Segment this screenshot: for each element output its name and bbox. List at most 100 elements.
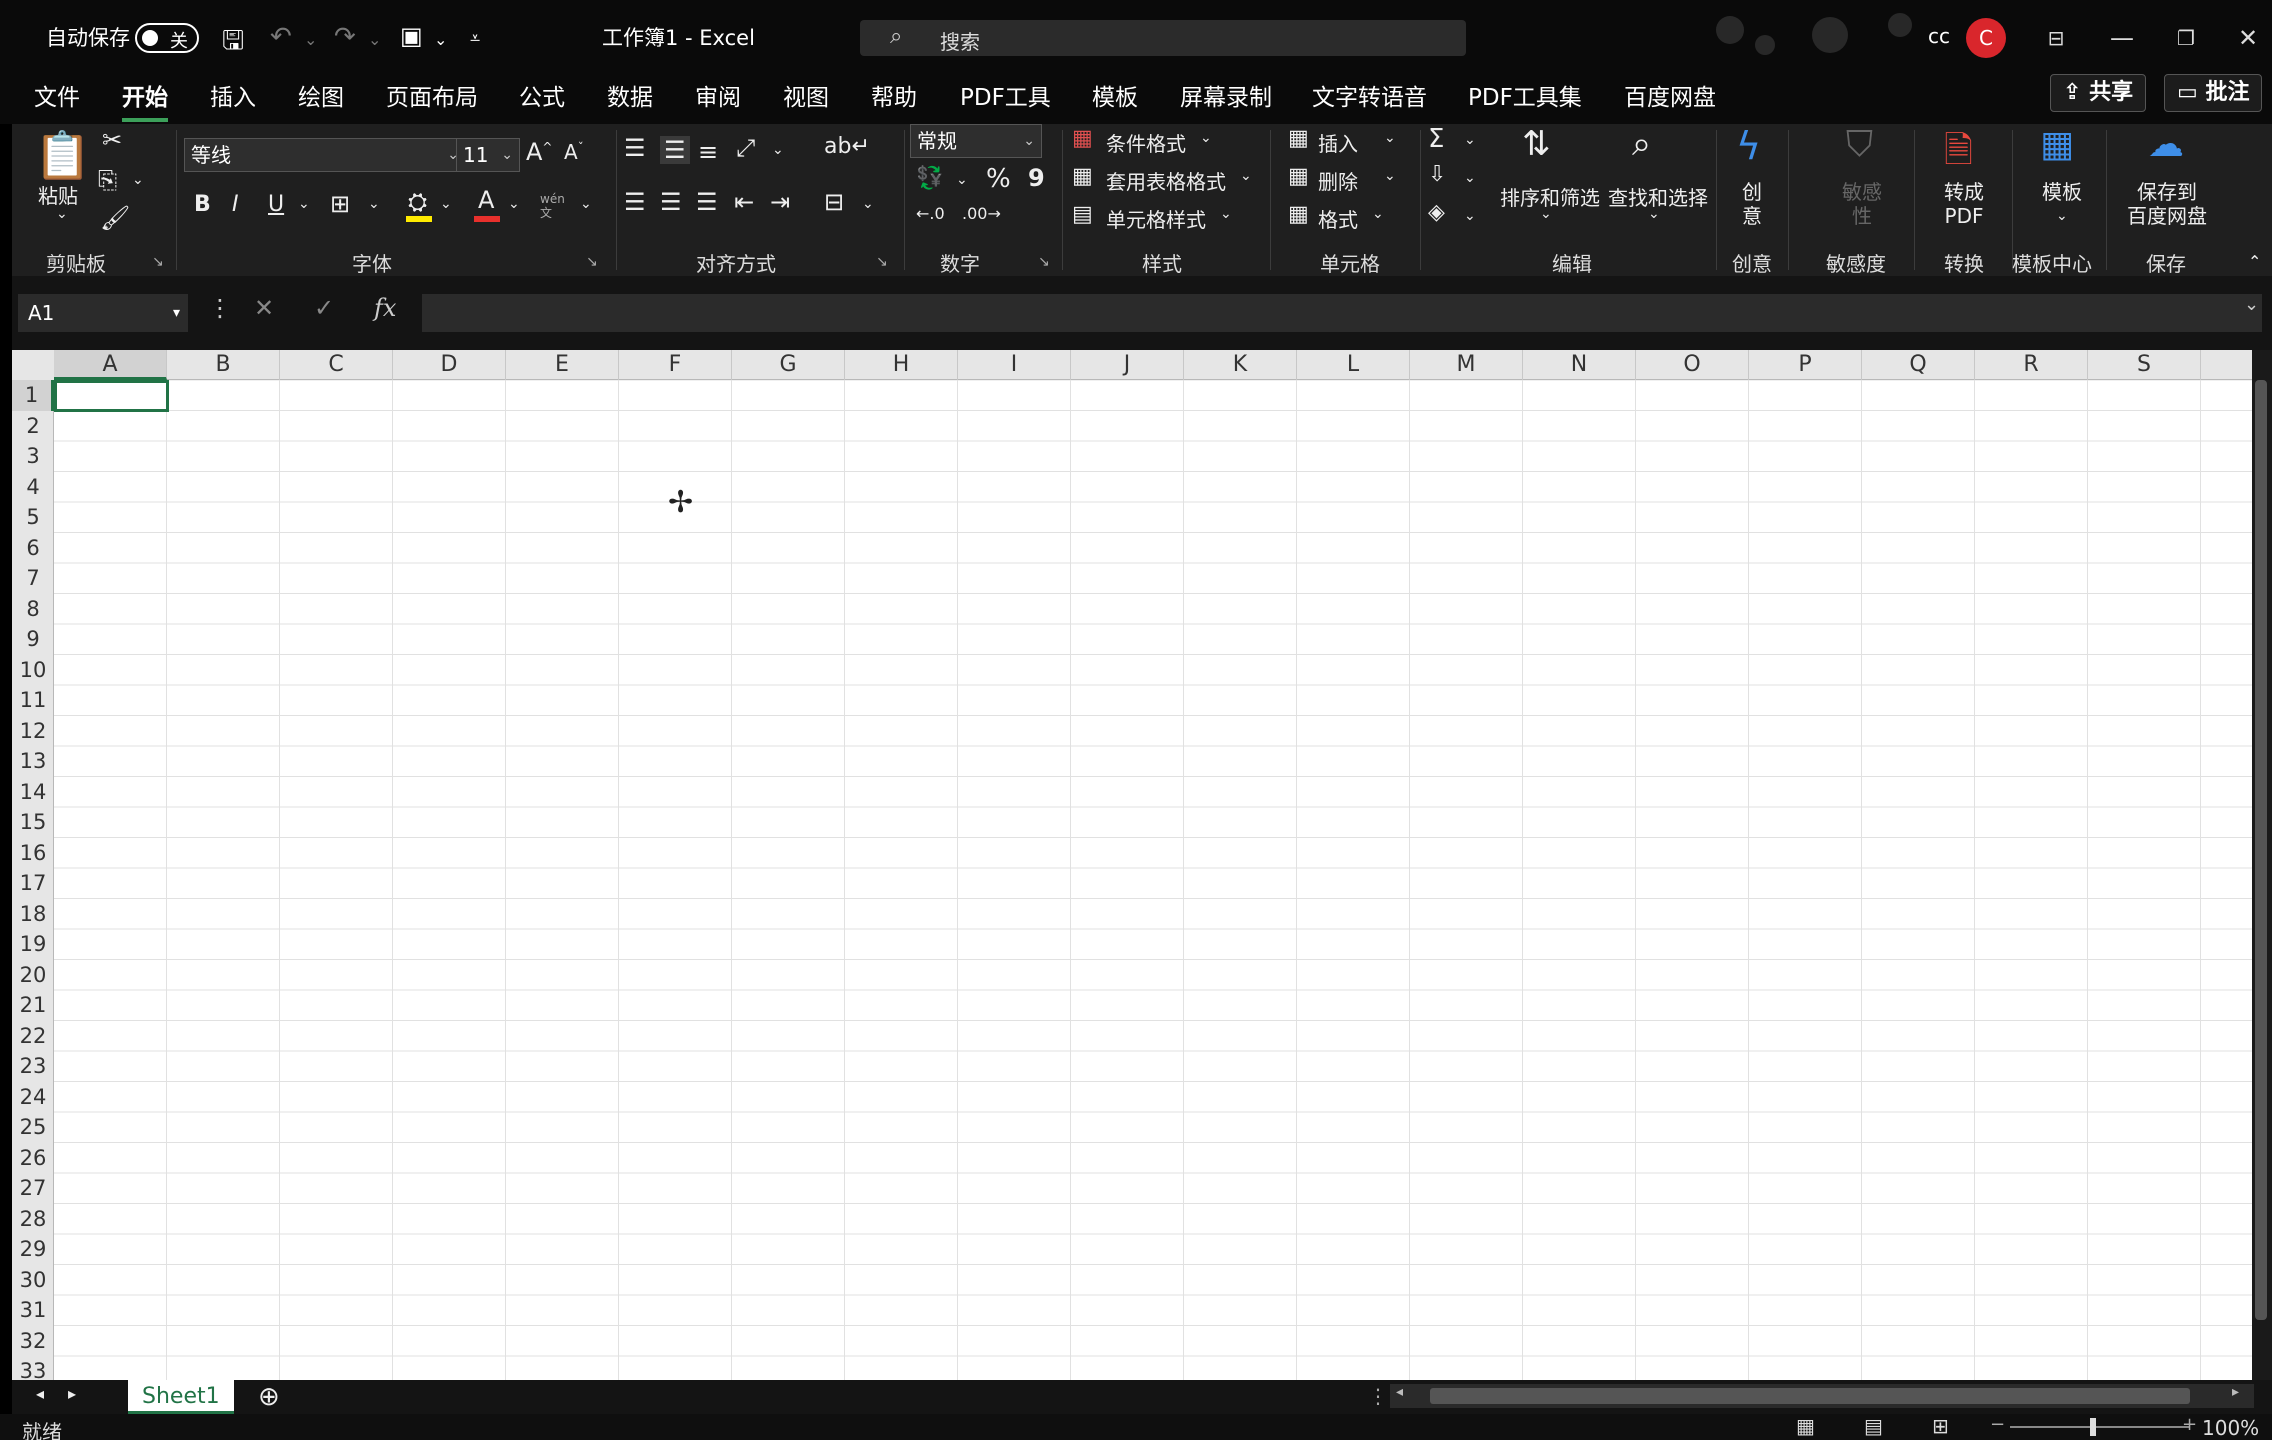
column-header-q[interactable]: Q <box>1862 350 1975 380</box>
split-handle-icon[interactable]: ⋮ <box>1368 1384 1388 1408</box>
decrease-decimal-icon[interactable]: .00→ <box>962 204 1001 223</box>
row-header-10[interactable]: 10 <box>12 655 54 686</box>
border-dropdown-icon[interactable]: ⌄ <box>368 196 380 212</box>
merge-dropdown-icon[interactable]: ⌄ <box>862 196 874 212</box>
column-header-p[interactable]: P <box>1749 350 1862 380</box>
more-options-icon[interactable]: ⋮ <box>208 294 232 322</box>
row-header-28[interactable]: 28 <box>12 1204 54 1235</box>
number-launcher-icon[interactable]: ↘ <box>1038 254 1050 270</box>
font-size-select[interactable]: 11 ⌄ <box>456 138 520 172</box>
font-name-select[interactable]: 等线 ⌄ <box>184 138 466 172</box>
page-break-view-icon[interactable]: ⊞ <box>1932 1414 1949 1438</box>
restore-icon[interactable]: ❐ <box>2166 18 2206 58</box>
customize-toolbar-icon[interactable]: ⩡ <box>470 28 480 49</box>
paste-dropdown-icon[interactable]: ⌄ <box>56 206 68 222</box>
zoom-out-icon[interactable]: − <box>1990 1414 2005 1435</box>
find-select-button[interactable]: ⌕ 查找和选择 ⌄ <box>1598 124 1708 234</box>
paste-label[interactable]: 粘贴 <box>38 180 78 209</box>
row-header-5[interactable]: 5 <box>12 502 54 533</box>
ribbon-display-icon[interactable]: ⊟ <box>2036 18 2076 58</box>
merge-center-icon[interactable]: ⊟ <box>824 188 844 216</box>
tab-formulas[interactable]: 公式 <box>519 78 565 118</box>
clear-icon[interactable]: ◈ <box>1428 200 1445 225</box>
row-header-15[interactable]: 15 <box>12 807 54 838</box>
template-button[interactable]: ▦ 模板 ⌄ <box>2022 124 2102 244</box>
wrap-text-icon[interactable]: ab↵ <box>824 134 870 159</box>
confirm-entry-icon[interactable]: ✓ <box>314 294 334 322</box>
copy-dropdown-icon[interactable]: ⌄ <box>132 172 144 188</box>
align-left-icon[interactable]: ☰ <box>624 188 646 216</box>
row-header-8[interactable]: 8 <box>12 594 54 625</box>
row-header-26[interactable]: 26 <box>12 1143 54 1174</box>
decrease-font-size-icon[interactable]: Aˇ <box>564 140 584 164</box>
row-header-19[interactable]: 19 <box>12 929 54 960</box>
zoom-in-icon[interactable]: + <box>2182 1414 2197 1435</box>
row-header-32[interactable]: 32 <box>12 1326 54 1357</box>
tab-pdf-toolset[interactable]: PDF工具集 <box>1468 78 1582 118</box>
horizontal-scrollbar[interactable]: ◂ ▸ <box>1390 1384 2254 1408</box>
phonetic-dropdown-icon[interactable]: ⌄ <box>580 196 592 212</box>
row-header-9[interactable]: 9 <box>12 624 54 655</box>
undo-dropdown-icon[interactable]: ⌄ <box>304 30 317 49</box>
comments-button[interactable]: ▭ 批注 <box>2164 74 2263 112</box>
row-header-13[interactable]: 13 <box>12 746 54 777</box>
fill-color-button[interactable]: ⛭ <box>404 188 434 222</box>
column-header-k[interactable]: K <box>1184 350 1297 380</box>
tab-page-layout[interactable]: 页面布局 <box>386 78 478 118</box>
scroll-right-icon[interactable]: ▸ <box>2232 1384 2239 1400</box>
tab-screen-record[interactable]: 屏幕录制 <box>1180 78 1272 118</box>
column-header-a[interactable]: A <box>54 350 167 380</box>
save-icon[interactable]: 🖫 <box>222 22 244 66</box>
tab-data[interactable]: 数据 <box>607 78 653 118</box>
column-header-j[interactable]: J <box>1071 350 1184 380</box>
tab-file[interactable]: 文件 <box>34 78 80 118</box>
currency-dropdown-icon[interactable]: ⌄ <box>956 172 968 188</box>
scroll-thumb[interactable] <box>2255 380 2267 1320</box>
column-header-l[interactable]: L <box>1297 350 1410 380</box>
add-sheet-icon[interactable]: ⊕ <box>258 1382 280 1412</box>
tab-insert[interactable]: 插入 <box>210 78 256 118</box>
column-header-c[interactable]: C <box>280 350 393 380</box>
align-right-icon[interactable]: ☰ <box>696 188 718 216</box>
cancel-entry-icon[interactable]: ✕ <box>254 294 274 322</box>
row-header-6[interactable]: 6 <box>12 533 54 564</box>
row-header-16[interactable]: 16 <box>12 838 54 869</box>
sheet-tab-sheet1[interactable]: Sheet1 <box>128 1380 234 1414</box>
normal-view-icon[interactable]: ▦ <box>1796 1414 1815 1438</box>
paste-icon[interactable]: 📋 <box>34 128 91 183</box>
sheet-nav-next-icon[interactable]: ▸ <box>68 1384 76 1403</box>
column-header-s[interactable]: S <box>2088 350 2201 380</box>
sheet-nav-prev-icon[interactable]: ◂ <box>36 1384 44 1403</box>
column-header-f[interactable]: F <box>619 350 732 380</box>
row-header-2[interactable]: 2 <box>12 411 54 442</box>
tab-templates[interactable]: 模板 <box>1092 78 1138 118</box>
column-header-o[interactable]: O <box>1636 350 1749 380</box>
row-header-14[interactable]: 14 <box>12 777 54 808</box>
row-header-17[interactable]: 17 <box>12 868 54 899</box>
autosave-toggle[interactable]: 关 <box>135 23 199 53</box>
column-header-e[interactable]: E <box>506 350 619 380</box>
clipboard-launcher-icon[interactable]: ↘ <box>152 254 164 270</box>
column-header-h[interactable]: H <box>845 350 958 380</box>
orientation-dropdown-icon[interactable]: ⌄ <box>772 142 784 158</box>
scroll-left-icon[interactable]: ◂ <box>1396 1384 1403 1400</box>
fill-icon[interactable]: ⇩ <box>1428 162 1446 187</box>
minimize-icon[interactable]: — <box>2102 18 2142 58</box>
convert-pdf-button[interactable]: 🗎 转成 PDF <box>1924 124 2004 244</box>
row-header-29[interactable]: 29 <box>12 1234 54 1265</box>
column-header-g[interactable]: G <box>732 350 845 380</box>
align-top-icon[interactable]: ☰ <box>624 134 646 162</box>
cut-icon[interactable]: ✂ <box>102 126 122 154</box>
insert-function-button[interactable]: fx <box>374 294 396 322</box>
search-box[interactable]: ⌕ 搜索 <box>860 20 1466 56</box>
column-header-n[interactable]: N <box>1523 350 1636 380</box>
row-header-1[interactable]: 1 <box>12 380 54 411</box>
redo-dropdown-icon[interactable]: ⌄ <box>368 30 381 49</box>
align-center-icon[interactable]: ☰ <box>660 188 682 216</box>
tab-text-to-speech[interactable]: 文字转语音 <box>1312 78 1427 118</box>
close-icon[interactable]: ✕ <box>2228 18 2268 58</box>
column-header-m[interactable]: M <box>1410 350 1523 380</box>
column-header-b[interactable]: B <box>167 350 280 380</box>
comma-style-button[interactable]: 9 <box>1028 164 1045 192</box>
tab-pdf-tools[interactable]: PDF工具 <box>960 78 1051 118</box>
